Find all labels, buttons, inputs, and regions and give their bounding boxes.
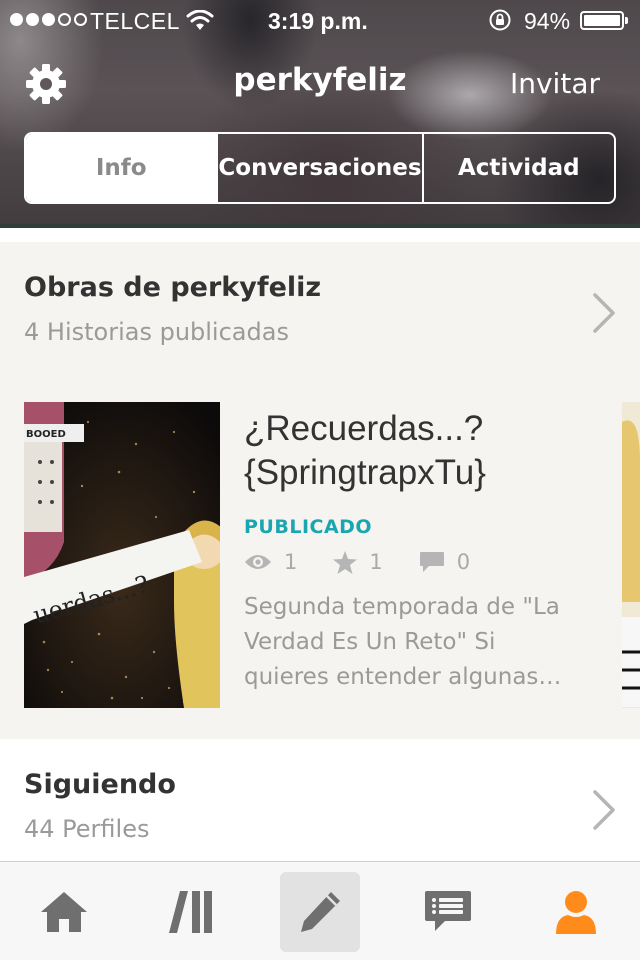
star-icon bbox=[333, 550, 358, 574]
chevron-right-icon[interactable] bbox=[592, 292, 616, 334]
following-count: 44 Perfiles bbox=[24, 815, 150, 843]
eye-icon bbox=[245, 555, 271, 569]
tab-write[interactable] bbox=[280, 872, 360, 952]
tab-info[interactable]: Info bbox=[26, 134, 217, 202]
story-title[interactable]: ¿Recuerdas...? {SpringtrapxTu} bbox=[244, 407, 614, 495]
invite-button[interactable]: Invitar bbox=[510, 67, 600, 100]
pencil-icon bbox=[301, 892, 340, 932]
comments-count: 0 bbox=[456, 550, 471, 574]
tab-profile[interactable] bbox=[536, 872, 616, 952]
profile-icon bbox=[556, 891, 596, 934]
story-cover-image[interactable]: BOOED uerdas...? bbox=[24, 402, 220, 708]
signal-strength-icon bbox=[10, 13, 87, 26]
story-stats: 1 1 0 bbox=[244, 550, 506, 574]
tab-conversaciones[interactable]: Conversaciones bbox=[216, 134, 422, 202]
chevron-right-icon[interactable] bbox=[592, 789, 616, 831]
story-title-line-2: {SpringtrapxTu} bbox=[244, 453, 486, 492]
battery-percent: 94% bbox=[524, 8, 571, 34]
story-status-badge: PUBLICADO bbox=[244, 516, 373, 538]
tab-notifications[interactable] bbox=[408, 872, 488, 952]
cover-art: BOOED uerdas...? bbox=[24, 402, 220, 708]
home-icon bbox=[41, 892, 87, 932]
tab-home[interactable] bbox=[24, 872, 104, 952]
profile-tabs: Info Conversaciones Actividad bbox=[24, 132, 616, 204]
following-title: Siguiendo bbox=[24, 769, 176, 800]
next-story-cover-image[interactable] bbox=[622, 402, 640, 708]
status-time: 3:19 p.m. bbox=[268, 8, 368, 34]
divider bbox=[0, 228, 640, 242]
story-title-line-1: ¿Recuerdas...? bbox=[244, 409, 484, 448]
wifi-icon bbox=[186, 10, 214, 30]
message-icon bbox=[425, 891, 471, 931]
tab-library[interactable] bbox=[152, 872, 232, 952]
story-description: Segunda temporada de "La Verdad Es Un Re… bbox=[244, 594, 562, 690]
bottom-tab-bar bbox=[0, 861, 640, 960]
works-count: 4 Historias publicadas bbox=[24, 318, 289, 346]
next-cover-art bbox=[622, 402, 640, 708]
reads-count: 1 bbox=[284, 550, 298, 574]
comments-stat: 0 bbox=[419, 550, 470, 574]
following-section[interactable]: Siguiendo 44 Perfiles bbox=[0, 739, 640, 861]
svg-text:BOOED: BOOED bbox=[26, 429, 66, 440]
votes-stat: 1 bbox=[333, 550, 383, 574]
status-bar: TELCEL 3:19 p.m. 94% bbox=[0, 0, 640, 40]
library-icon bbox=[169, 891, 212, 933]
profile-header: TELCEL 3:19 p.m. 94% perkyfeliz Invitar … bbox=[0, 0, 640, 228]
comment-icon bbox=[419, 552, 444, 572]
carrier-label: TELCEL bbox=[90, 8, 180, 34]
tab-actividad[interactable]: Actividad bbox=[421, 134, 614, 202]
battery-icon bbox=[580, 11, 628, 30]
votes-count: 1 bbox=[369, 550, 383, 574]
works-section[interactable]: Obras de perkyfeliz 4 Historias publicad… bbox=[0, 242, 640, 739]
reads-stat: 1 bbox=[244, 550, 297, 574]
rotation-lock-icon bbox=[489, 9, 511, 31]
works-title: Obras de perkyfeliz bbox=[24, 272, 322, 303]
